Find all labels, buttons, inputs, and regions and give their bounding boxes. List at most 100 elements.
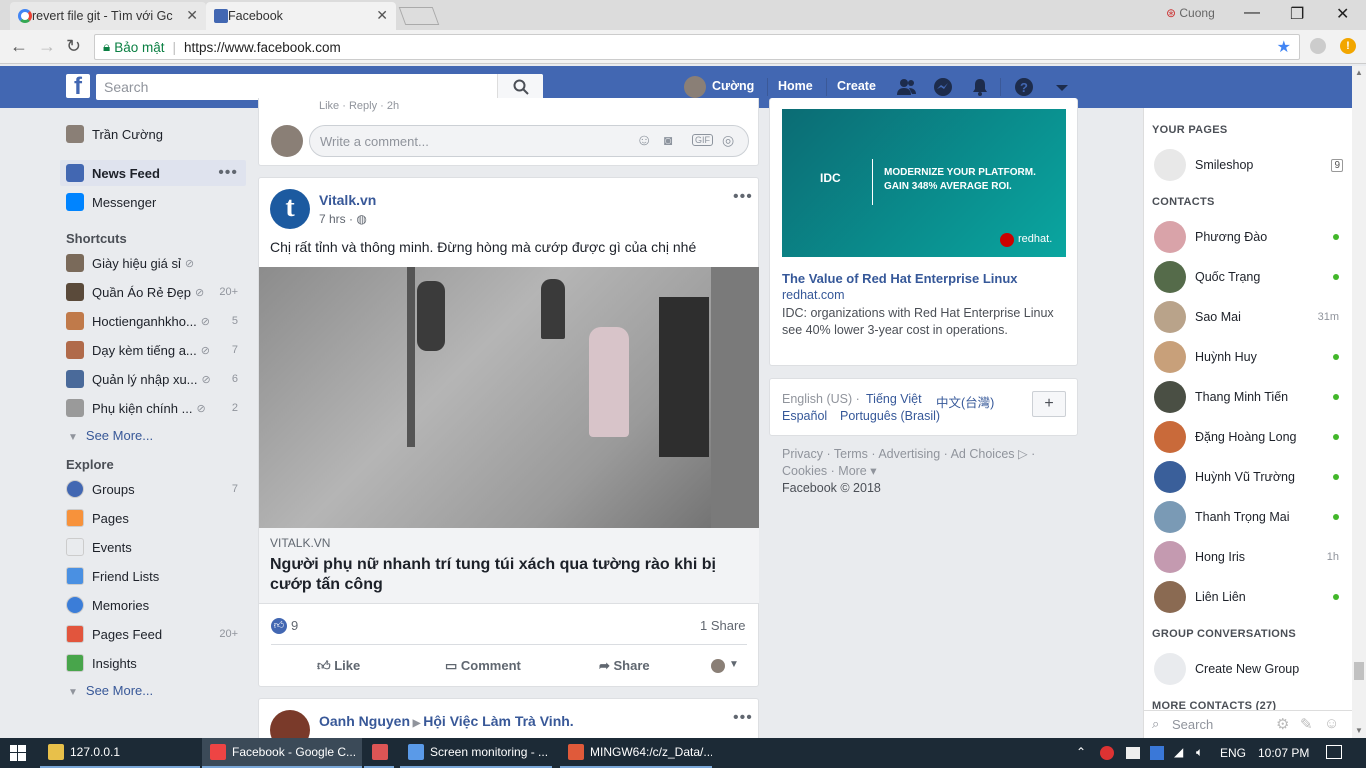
page-item[interactable]: Smileshop 9 [1144,145,1352,185]
footer-link[interactable]: Cookies [782,464,827,478]
emoji-icon[interactable]: ☺ [636,132,652,150]
reload-icon[interactable]: ↻ [66,36,81,57]
avatar[interactable] [711,659,725,673]
like-button[interactable]: 👍︎ Like [317,658,360,674]
sidebar-item-shortcut[interactable]: Phụ kiện chính ... ⊘ 2 [60,395,246,421]
user-avatar[interactable] [684,76,706,98]
sponsored-ad-card[interactable]: IDC MODERNIZE YOUR PLATFORM. GAIN 348% A… [769,98,1078,366]
forward-icon[interactable]: → [38,36,56,57]
sidebar-item-shortcut[interactable]: Giày hiệu giá sỉ ⊘ [60,250,246,276]
profile-chip[interactable]: ⊛ Cuong [1166,6,1215,20]
add-contact-icon[interactable]: ☺ [1324,715,1339,732]
alert-icon[interactable]: ! [1340,38,1356,54]
notifications-bell-icon[interactable] [970,77,990,97]
taskbar-item[interactable]: 127.0.0.1 [40,738,200,768]
gear-icon[interactable]: ⚙ [1276,715,1289,733]
sidebar-item-explore[interactable]: Friend Lists [60,563,246,589]
chevron-down-icon[interactable]: ▼ [729,659,739,670]
contact-item[interactable]: Huỳnh Huy [1144,337,1352,377]
sidebar-item-explore[interactable]: Memories [60,592,246,618]
add-language-button[interactable]: + [1032,391,1066,417]
tray-app-icon[interactable] [1100,746,1114,760]
dropdown-caret-icon[interactable] [1052,77,1072,97]
comment-input[interactable]: Write a comment... ☺ ◙ GIF ◎ [309,125,749,157]
search-button[interactable] [497,74,543,100]
taskbar-item[interactable]: Screen monitoring - ... [400,738,552,768]
footer-link[interactable]: Advertising [878,447,940,461]
sidebar-item-shortcut[interactable]: Hoctienganhkho... ⊘ 5 [60,308,246,334]
camera-icon[interactable]: ◙ [664,132,672,148]
input-language[interactable]: ENG [1220,746,1246,760]
post-options-icon[interactable]: ••• [733,188,753,206]
footer-link[interactable]: Terms [834,447,868,461]
contact-item[interactable]: Phương Đào [1144,217,1352,257]
footer-more-link[interactable]: More [838,464,866,478]
messenger-icon[interactable] [933,77,953,97]
page-avatar[interactable]: t [270,189,310,229]
back-icon[interactable]: ← [10,36,28,57]
sticker-icon[interactable]: ◎ [722,132,734,149]
see-more-shortcuts[interactable]: ▼ See More... [68,428,153,443]
post-author[interactable]: Oanh Nguyen [319,713,410,729]
contact-item[interactable]: Quốc Trạng [1144,257,1352,297]
sidebar-item-explore[interactable]: Insights [60,650,246,676]
see-more-explore[interactable]: ▼ See More... [68,683,153,698]
language-link[interactable]: Tiếng Việt [866,392,922,406]
page-scrollbar[interactable]: ▲ ▼ [1352,66,1366,738]
friend-requests-icon[interactable] [897,77,917,97]
post-options-icon[interactable]: ••• [733,709,753,727]
profile-link[interactable]: Cường [712,79,754,93]
home-link[interactable]: Home [778,79,813,93]
compose-icon[interactable]: ✎ [1300,715,1313,733]
sidebar-item-explore[interactable]: Events [60,534,246,560]
more-options-icon[interactable]: ••• [218,164,238,182]
taskbar-item[interactable]: MINGW64:/c/z_Data/... [560,738,712,768]
bookmark-star-icon[interactable]: ★ [1277,37,1291,57]
scroll-up-icon[interactable]: ▲ [1355,68,1363,77]
facebook-logo-icon[interactable]: f [66,74,90,100]
post-video-thumbnail[interactable] [259,267,759,528]
scrollbar-thumb[interactable] [1354,662,1364,680]
close-tab-icon[interactable]: ✕ [186,7,198,24]
help-icon[interactable]: ? [1014,77,1034,97]
post-time[interactable]: 7 hrs [319,212,346,226]
contact-item[interactable]: Sao Mai 31m [1144,297,1352,337]
notification-center-icon[interactable] [1326,745,1342,759]
battery-icon[interactable] [1126,747,1140,759]
wifi-icon[interactable]: ◢ [1174,745,1183,759]
contact-item[interactable]: Liên Liên [1144,577,1352,617]
sidebar-item-news-feed[interactable]: News Feed ••• [60,160,246,186]
omnibox[interactable]: 🔒︎ Bảo mật | https://www.facebook.com ★ [94,34,1300,60]
extension-icon[interactable] [1310,38,1326,54]
footer-link[interactable]: Ad Choices [951,447,1015,461]
footer-link[interactable]: Privacy [782,447,823,461]
contact-item[interactable]: Hong Iris 1h [1144,537,1352,577]
link-preview[interactable]: VITALK.VN Người phụ nữ nhanh trí tung tú… [259,528,759,604]
contact-item[interactable]: Thanh Trọng Mai [1144,497,1352,537]
scroll-down-icon[interactable]: ▼ [1355,726,1363,735]
taskbar-item[interactable]: Facebook - Google C... [202,738,362,768]
windows-start-icon[interactable] [10,745,26,761]
gif-icon[interactable]: GIF [692,134,713,146]
new-tab-button[interactable] [398,7,440,25]
url-text[interactable]: https://www.facebook.com [184,40,341,55]
create-link[interactable]: Create [837,79,876,93]
clock[interactable]: 10:07 PM [1258,746,1309,760]
contact-item[interactable]: Đặng Hoàng Long [1144,417,1352,457]
comment-button[interactable]: ▭ Comment [445,658,521,674]
maximize-icon[interactable]: ❐ [1290,4,1304,24]
sidebar-item-explore[interactable]: Pages [60,505,246,531]
sidebar-item-explore[interactable]: Groups 7 [60,476,246,502]
chevron-up-icon[interactable]: ⌃ [1076,745,1086,759]
close-window-icon[interactable]: ✕ [1336,4,1349,24]
create-group-item[interactable]: Create New Group [1144,649,1352,689]
sidebar-item-profile[interactable]: Trần Cường [60,121,246,147]
minimize-icon[interactable]: — [1244,4,1260,22]
chat-search-bar[interactable]: ⌕ Search ⚙ ✎ ☺ [1144,710,1352,738]
close-tab-icon[interactable]: ✕ [376,7,388,24]
browser-tab-facebook[interactable]: Facebook ✕ [206,2,396,30]
language-link[interactable]: 中文(台灣) [936,392,994,411]
taskbar-item[interactable] [364,738,394,768]
share-count[interactable]: 1 Share [700,618,746,633]
sidebar-item-shortcut[interactable]: Dạy kèm tiếng a... ⊘ 7 [60,337,246,363]
